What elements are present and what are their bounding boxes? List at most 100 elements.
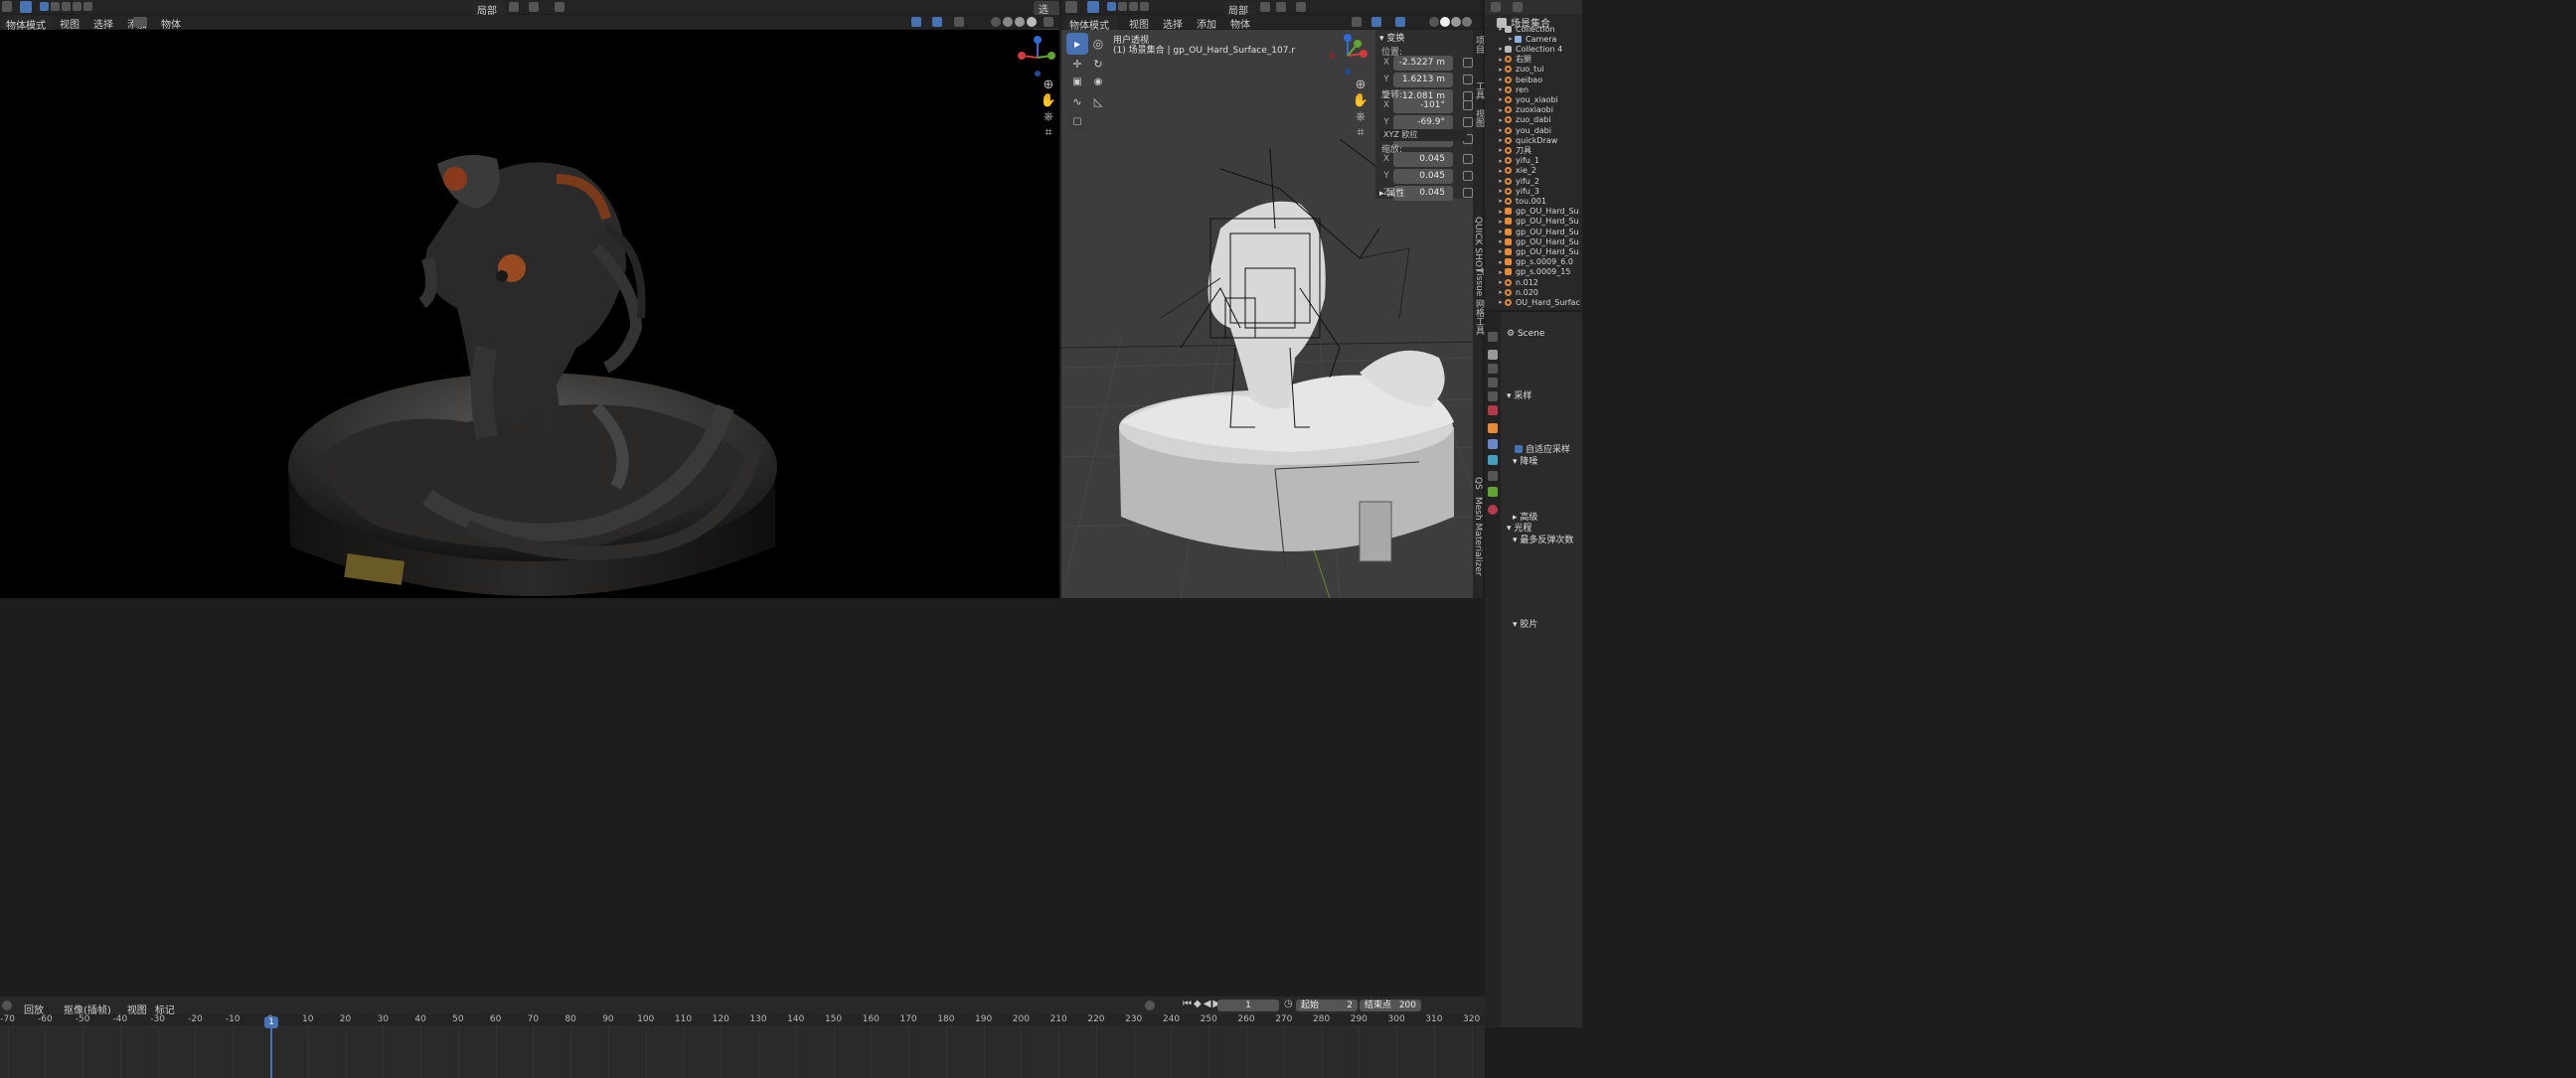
menu-select[interactable]: 选择	[1163, 16, 1183, 31]
material-tab-icon[interactable]	[1488, 505, 1498, 515]
expand-triangle-icon[interactable]: ▸	[1497, 268, 1505, 276]
mode-subtract-icon[interactable]	[62, 2, 71, 11]
expand-triangle-icon[interactable]: ▸	[1497, 106, 1505, 114]
menu-object[interactable]: 物体	[1230, 16, 1250, 31]
expand-triangle-icon[interactable]: ▸	[1497, 167, 1505, 175]
expand-triangle-icon[interactable]: ▸	[1497, 85, 1505, 93]
expand-triangle-icon[interactable]: ▸	[1497, 237, 1505, 245]
rotation-mode-dropdown[interactable]: XYZ 欧拉	[1379, 129, 1467, 141]
expand-triangle-icon[interactable]: ▸	[1497, 288, 1505, 296]
rotation-y-field[interactable]: -69.9°	[1393, 114, 1453, 130]
outliner-item[interactable]: ▸ zuoxiaobi	[1497, 105, 1553, 115]
shading-material-icon[interactable]	[1451, 17, 1461, 27]
lock-icon[interactable]	[1463, 58, 1473, 68]
shading-wireframe-icon[interactable]	[1429, 17, 1439, 27]
outliner-item[interactable]: ▸ beibao	[1497, 75, 1542, 84]
select-box-icon[interactable]	[1087, 1, 1099, 13]
display-mode-icon[interactable]	[1513, 2, 1523, 12]
scale-tool-button[interactable]: ▣	[1066, 73, 1088, 90]
tab-mesh-materializer[interactable]: Mesh Materializer	[1473, 497, 1483, 576]
menu-add[interactable]: 添加	[1197, 16, 1216, 31]
outliner-item[interactable]: ▸ you_dabi	[1497, 125, 1551, 135]
object-tab-icon[interactable]	[1488, 423, 1498, 433]
lock-icon[interactable]	[1463, 171, 1473, 181]
shading-rendered-icon[interactable]	[1462, 17, 1472, 27]
overlay-toggle-icon[interactable]	[1371, 17, 1381, 27]
view-layer-tab-icon[interactable]	[1488, 378, 1498, 387]
mode-subtract-icon[interactable]	[1129, 2, 1138, 11]
proportional-edit-icon[interactable]	[1296, 2, 1306, 12]
film-panel-header[interactable]: ▾ 胶片	[1513, 617, 1537, 630]
outliner-item[interactable]: ▸ yifu_2	[1497, 176, 1539, 186]
expand-triangle-icon[interactable]: ▸	[1497, 208, 1505, 216]
jump-start-icon[interactable]: ⏮	[1183, 999, 1192, 1009]
expand-triangle-icon[interactable]: ▸	[1497, 218, 1505, 226]
section-transform-header[interactable]: ▾ 变换	[1379, 31, 1404, 44]
tab-quick-shot[interactable]: QUICK SHOT	[1473, 217, 1483, 272]
pivot-icon[interactable]	[509, 2, 519, 12]
outliner-item[interactable]: ▸ xie_2	[1497, 166, 1536, 176]
xray-icon[interactable]	[1395, 17, 1405, 27]
expand-triangle-icon[interactable]: ▸	[1497, 157, 1505, 165]
expand-triangle-icon[interactable]: ▸	[1497, 126, 1505, 134]
timeline-editor-icon[interactable]	[2, 1001, 12, 1010]
cursor-tool-button[interactable]: ◎	[1087, 33, 1109, 55]
outliner-item[interactable]: ▸ gp_OU_Hard_Su	[1497, 246, 1578, 256]
outliner-item[interactable]: ▸ 右腿	[1497, 55, 1531, 65]
outliner-item[interactable]: ▸ n.020	[1497, 287, 1538, 297]
frame-current-box[interactable]: 1	[1217, 1000, 1279, 1011]
location-y-field[interactable]: 1.6213 m	[1393, 72, 1453, 87]
clock-icon[interactable]: ◷	[1284, 999, 1293, 1009]
outliner-item[interactable]: ▸ OU_Hard_Surfac	[1497, 297, 1580, 307]
editor-type-icon[interactable]	[1065, 1, 1077, 13]
mode-new-icon[interactable]	[40, 2, 49, 11]
output-tab-icon[interactable]	[1488, 364, 1498, 374]
tool-tab-icon[interactable]	[1488, 332, 1498, 342]
sampling-panel-header[interactable]: ▾ 采样	[1507, 388, 1531, 401]
outliner-item[interactable]: ▸ gp_OU_Hard_Su	[1497, 207, 1578, 217]
denoise-panel-header[interactable]: ▾ 降噪	[1513, 454, 1537, 467]
expand-triangle-icon[interactable]: ▸	[1497, 116, 1505, 124]
lock-icon[interactable]	[1463, 117, 1473, 127]
outliner-item[interactable]: ▸ 刀具	[1497, 145, 1531, 155]
gizmo-toggle-icon[interactable]	[1352, 17, 1362, 27]
navigation-gizmo[interactable]	[1324, 32, 1371, 79]
outliner-item[interactable]: ▸ gp_OU_Hard_Su	[1497, 236, 1578, 246]
expand-triangle-icon[interactable]: ▸	[1507, 35, 1515, 43]
menu-select[interactable]: 选择	[93, 16, 113, 31]
timeline-area[interactable]	[0, 1014, 1485, 1078]
outliner-item[interactable]: ▸ quickDraw	[1497, 135, 1557, 145]
outliner-item[interactable]: ▸ Collection	[1497, 24, 1554, 34]
add-cube-tool-button[interactable]: ☐	[1066, 113, 1088, 131]
outliner-item[interactable]: ▸ yifu_1	[1497, 156, 1539, 166]
shading-solid-icon[interactable]	[1440, 17, 1450, 27]
expand-triangle-icon[interactable]: ▸	[1497, 187, 1505, 195]
scale-y-field[interactable]: 0.045	[1393, 168, 1453, 184]
shading-material-icon[interactable]	[1015, 17, 1025, 27]
outliner-item[interactable]: ▸ Collection 4	[1497, 44, 1562, 54]
gizmo-toggle-icon[interactable]	[911, 17, 921, 27]
rotation-x-field[interactable]: -101°	[1393, 97, 1453, 113]
mode-invert-icon[interactable]	[73, 2, 81, 11]
section-properties-header[interactable]: ▸ 属性	[1379, 186, 1404, 199]
playhead[interactable]: 1	[264, 1016, 278, 1028]
mode-invert-icon[interactable]	[1140, 2, 1149, 11]
data-tab-icon[interactable]	[1488, 487, 1498, 497]
expand-triangle-icon[interactable]: ▸	[1497, 228, 1505, 235]
expand-triangle-icon[interactable]: ▸	[1497, 258, 1505, 266]
snap-icon[interactable]	[1276, 2, 1286, 12]
ortho-grid-icon-left[interactable]: ⌗	[1040, 123, 1057, 141]
outliner-item[interactable]: ▸ yifu_3	[1497, 186, 1539, 196]
scene-tab-icon[interactable]	[1488, 391, 1498, 401]
outliner-item[interactable]: ▸ gp_OU_Hard_Su	[1497, 217, 1578, 227]
expand-triangle-icon[interactable]: ▸	[1497, 95, 1505, 103]
expand-triangle-icon[interactable]: ▸	[1497, 136, 1505, 144]
outliner-item[interactable]: ▸ you_xiaobi	[1497, 94, 1558, 104]
lock-icon[interactable]	[1463, 154, 1473, 164]
view-layer-icon[interactable]	[133, 17, 147, 27]
expand-triangle-icon[interactable]: ▸	[1497, 298, 1505, 306]
physics-tab-icon[interactable]	[1488, 455, 1498, 465]
expand-triangle-icon[interactable]: ▸	[1497, 197, 1505, 205]
lock-icon[interactable]	[1463, 188, 1473, 198]
mode-extend-icon[interactable]	[51, 2, 60, 11]
